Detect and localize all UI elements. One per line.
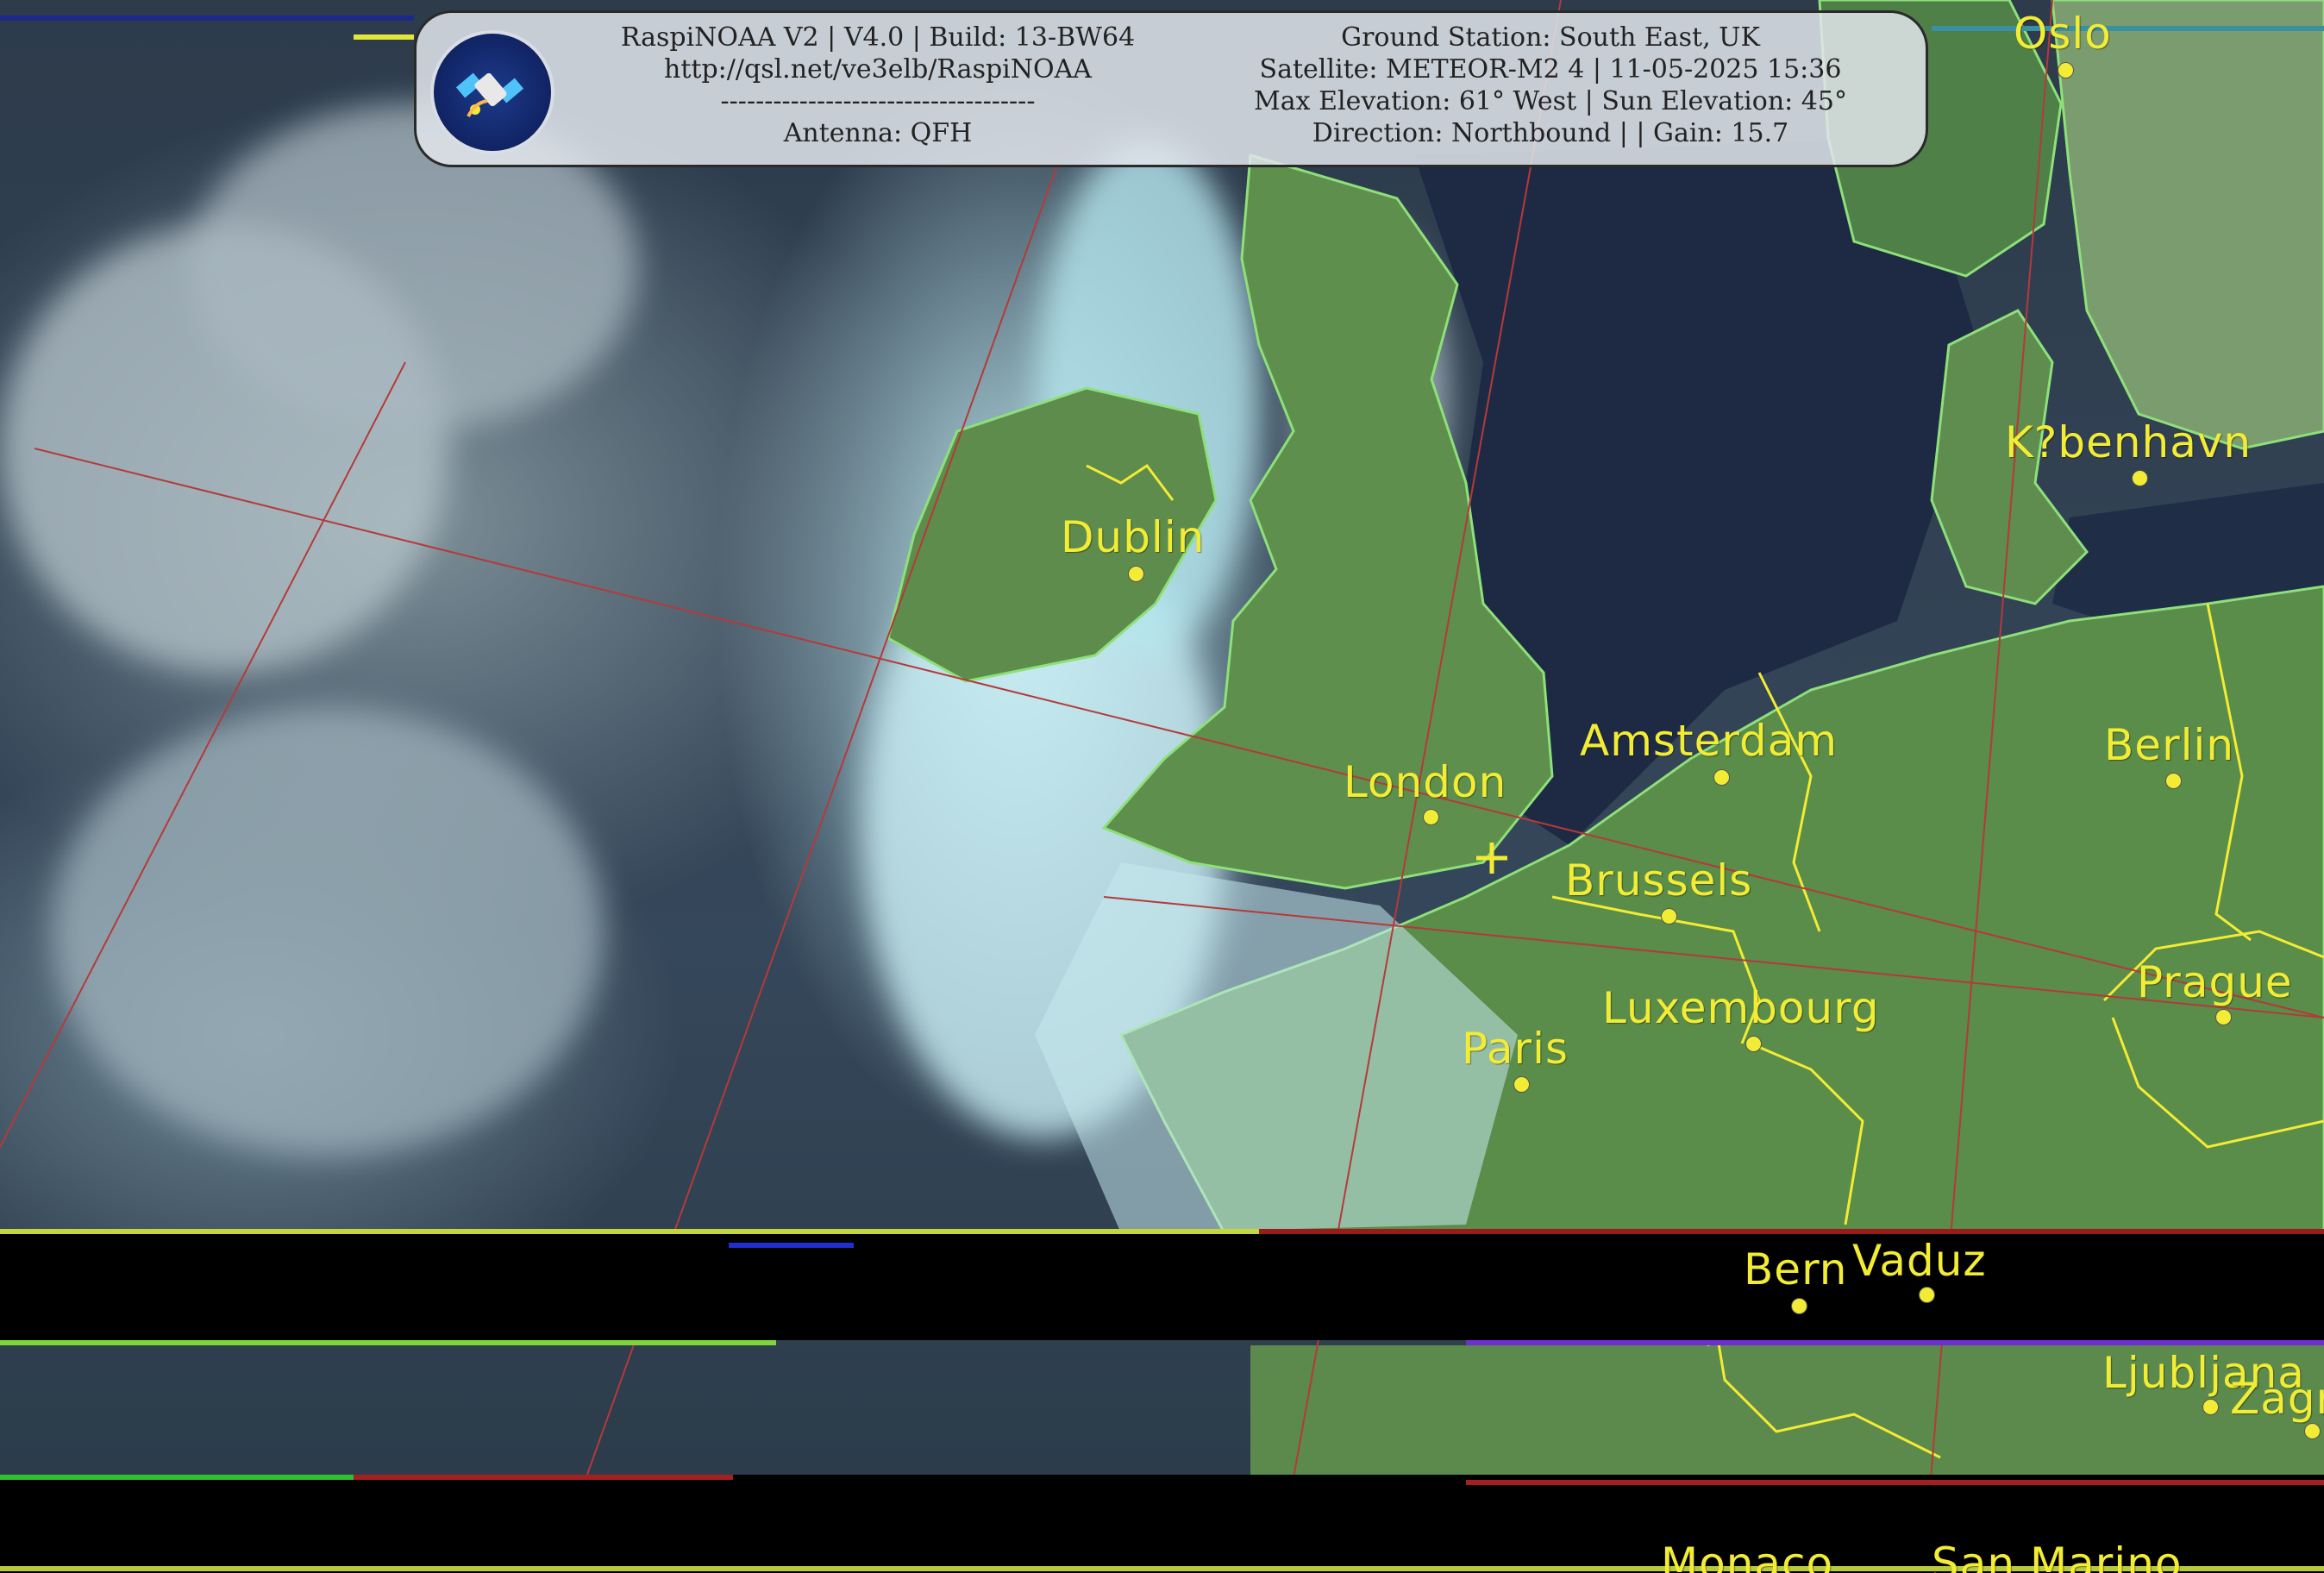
noise-stripe: [354, 1475, 733, 1480]
header-right-column: Ground Station: South East, UK Satellite…: [1193, 22, 1908, 149]
pass-info-panel: RaspiNOAA V2 | V4.0 | Build: 13-BW64 htt…: [414, 10, 1928, 167]
satellite-image: RaspiNOAA V2 | V4.0 | Build: 13-BW64 htt…: [0, 0, 2324, 1573]
city-label-san-marino: San Marino: [1932, 1539, 2183, 1573]
city-dot-berlin: [2165, 773, 2182, 789]
city-dot-zagreb: [2304, 1423, 2321, 1439]
noise-stripe: [0, 1340, 776, 1345]
city-label-brussels: Brussels: [1565, 855, 1753, 906]
city-label-amsterdam: Amsterdam: [1580, 716, 1839, 766]
city-label-bern: Bern: [1744, 1244, 1848, 1294]
city-dot-kobenhavn: [2132, 470, 2148, 486]
software-version: RaspiNOAA V2 | V4.0 | Build: 13-BW64: [620, 22, 1136, 53]
city-dot-paris: [1513, 1076, 1530, 1093]
antenna-info: Antenna: QFH: [783, 118, 973, 148]
graticule-line: [551, 154, 1062, 1573]
direction-gain: Direction: Northbound | | Gain: 15.7: [1312, 118, 1789, 148]
noise-stripe: [729, 1243, 854, 1248]
separator-line: ------------------------------------: [720, 86, 1036, 116]
noise-stripe: [1259, 1229, 2324, 1234]
city-dot-brussels: [1661, 908, 1677, 924]
city-label-paris: Paris: [1462, 1024, 1569, 1074]
city-dot-vaduz: [1919, 1287, 1935, 1303]
city-dot-london: [1423, 809, 1439, 825]
city-dot-dublin: [1128, 566, 1144, 582]
project-url: http://qsl.net/ve3elb/RaspiNOAA: [664, 54, 1092, 85]
city-dot-oslo: [2058, 62, 2074, 78]
city-label-oslo: Oslo: [2014, 9, 2112, 59]
satellite-icon: [455, 72, 524, 117]
city-label-london: London: [1344, 757, 1507, 807]
noise-stripe: [1466, 1480, 2324, 1485]
city-label-monaco: Monaco: [1661, 1539, 1834, 1573]
header-left-column: RaspiNOAA V2 | V4.0 | Build: 13-BW64 htt…: [598, 22, 1158, 149]
city-label-prague: Prague: [2137, 957, 2293, 1007]
city-dot-luxembourg: [1745, 1036, 1762, 1052]
city-dot-bern: [1791, 1298, 1807, 1314]
noise-stripe: [0, 16, 414, 21]
city-label-luxembourg: Luxembourg: [1602, 983, 1880, 1033]
noise-stripe: [0, 1475, 354, 1480]
ground-station: Ground Station: South East, UK: [1341, 22, 1760, 53]
noise-stripe: [1466, 1340, 2324, 1345]
noise-stripe: [0, 1229, 1259, 1234]
city-label-vaduz: Vaduz: [1852, 1236, 1987, 1286]
graticule-line: [0, 361, 406, 1148]
noise-stripe: [354, 34, 414, 40]
noise-stripe: [1932, 26, 2324, 31]
raspinoaa-logo: [430, 30, 554, 154]
city-dot-prague: [2215, 1009, 2232, 1025]
elevation-info: Max Elevation: 61° West | Sun Elevation:…: [1254, 86, 1847, 116]
land-sweden: [2051, 0, 2324, 450]
city-label-zagreb: Zagr: [2230, 1374, 2324, 1424]
city-label-kobenhavn: K?benhavn: [2005, 417, 2252, 467]
city-dot-ljubljana: [2202, 1399, 2219, 1415]
satellite-info: Satellite: METEOR-M2 4 | 11-05-2025 15:3…: [1259, 54, 1842, 85]
city-dot-amsterdam: [1713, 769, 1730, 786]
city-label-dublin: Dublin: [1061, 512, 1206, 562]
crosshair-icon: [1476, 843, 1507, 874]
city-label-berlin: Berlin: [2104, 720, 2235, 770]
